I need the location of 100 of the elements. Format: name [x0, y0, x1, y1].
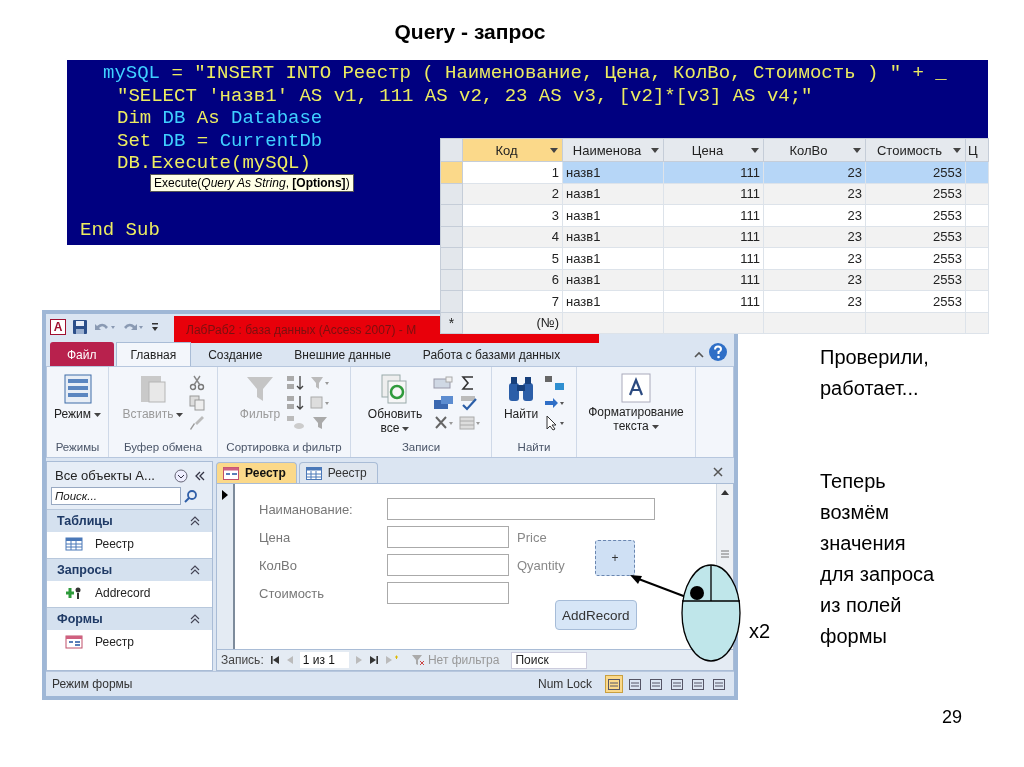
- input-field[interactable]: [387, 498, 655, 520]
- ribbon-tab[interactable]: Работа с базами данных: [407, 342, 576, 366]
- slide-title: Query - запрос: [393, 20, 547, 44]
- search-field[interactable]: Поиск: [511, 651, 588, 669]
- record-selector[interactable]: [217, 484, 235, 649]
- ribbon-group-label: Режимы: [54, 441, 101, 455]
- collapse-icon[interactable]: [190, 614, 200, 624]
- search-field[interactable]: Поиск...: [51, 487, 181, 505]
- file-menu-tab[interactable]: Файл: [50, 342, 114, 366]
- add-record-button[interactable]: AddRecord: [555, 600, 637, 630]
- table-cell: 7: [462, 290, 563, 312]
- form-layout-icon: [62, 373, 93, 405]
- ribbon-button[interactable]: Обновить все: [361, 373, 429, 435]
- table-cell: 23: [763, 247, 866, 269]
- slide-text: Проверили, работает...: [820, 345, 930, 401]
- dropdown-icon[interactable]: [651, 148, 659, 153]
- search-icon[interactable]: [184, 489, 198, 503]
- query-icon: [65, 586, 83, 600]
- view-button[interactable]: [605, 675, 623, 693]
- caret-icon: [402, 426, 410, 431]
- click-count-label: x2: [749, 620, 771, 643]
- ribbon-tab[interactable]: Создание: [193, 342, 278, 366]
- input-field[interactable]: [387, 582, 509, 604]
- field-label: Цена: [259, 529, 292, 545]
- cursor-icon[interactable]: [544, 415, 567, 431]
- table-cell: 23: [763, 204, 866, 226]
- dropdown-icon[interactable]: [853, 148, 861, 153]
- table-cell: назв1: [562, 290, 664, 312]
- navigation-item[interactable]: Addrecord: [47, 581, 212, 607]
- help-icon[interactable]: [708, 342, 728, 362]
- code-line: End Sub: [80, 218, 160, 241]
- collapse-icon[interactable]: [190, 565, 200, 575]
- pane-title: Все объекты A...: [55, 468, 156, 483]
- dropdown-icon[interactable]: [550, 148, 558, 153]
- arrow-icon[interactable]: [544, 395, 567, 411]
- ribbon-group-label: Буфер обмена: [122, 441, 204, 455]
- table-cell: 3: [462, 204, 563, 226]
- code-line: DB.Execute(mySQL): [116, 152, 311, 175]
- font-icon: [621, 373, 651, 403]
- ribbon-group-label: Записи: [400, 441, 442, 455]
- scroll-up-icon[interactable]: [720, 488, 730, 496]
- plus-button[interactable]: +: [595, 540, 635, 576]
- caret-icon: [651, 424, 659, 429]
- table-cell: 5: [462, 247, 563, 269]
- ribbon-group-label: Найти: [516, 441, 552, 455]
- code-line: "SELECT 'назв1' AS v1, 111 AS v2, 23 AS v3, [v2]*[v3] AS v4;": [116, 84, 813, 107]
- first-record-icon[interactable]: [269, 655, 280, 665]
- grip-icon[interactable]: [720, 550, 730, 558]
- ribbon-button[interactable]: Форматирование текста: [579, 373, 693, 433]
- table-cell: 111: [663, 204, 764, 226]
- dropdown-icon[interactable]: [953, 148, 961, 153]
- field-note: Price: [517, 529, 547, 545]
- document-tab[interactable]: Реестр: [298, 462, 378, 483]
- delete-icon[interactable]: [433, 415, 455, 431]
- close-icon[interactable]: [712, 466, 724, 478]
- status-text: Num Lock: [537, 677, 592, 691]
- navigation-item[interactable]: Реестр: [47, 532, 212, 558]
- collapse-icon[interactable]: [190, 516, 200, 526]
- column-header[interactable]: Ц: [965, 138, 989, 162]
- column-header[interactable]: Стоимость: [865, 138, 966, 162]
- column-header[interactable]: Наименова: [562, 138, 664, 162]
- ribbon-tab[interactable]: Главная: [115, 342, 192, 366]
- section-header[interactable]: Запросы: [47, 558, 212, 581]
- status-text: Режим формы: [52, 677, 133, 691]
- ribbon-button[interactable]: Найти: [501, 373, 541, 421]
- document-tab[interactable]: Реестр: [216, 462, 297, 483]
- new-row-marker: *: [440, 312, 463, 334]
- field-label: Наиманование:: [259, 501, 354, 517]
- ribbon-group-label: Сортировка и фильтр: [225, 441, 343, 455]
- table-cell: 2553: [865, 247, 966, 269]
- last-record-icon[interactable]: [368, 655, 379, 665]
- page-number: 29: [942, 707, 963, 728]
- collapse-icon[interactable]: [194, 469, 206, 482]
- refresh-icon: [380, 373, 410, 405]
- save-icon[interactable]: [72, 319, 88, 335]
- column-header[interactable]: Цена: [663, 138, 764, 162]
- clipboard-icon: [138, 373, 168, 405]
- record-position-field[interactable]: 1 из 1: [299, 652, 349, 668]
- column-header[interactable]: КолВо: [763, 138, 866, 162]
- form-icon: [65, 635, 83, 649]
- input-field[interactable]: [387, 554, 509, 576]
- input-field[interactable]: [387, 526, 509, 548]
- section-header[interactable]: Формы: [47, 607, 212, 630]
- ribbon-button[interactable]: Режим: [52, 373, 103, 421]
- table-cell: назв1: [562, 204, 664, 226]
- column-header[interactable]: Код: [462, 138, 563, 162]
- section-header[interactable]: Таблицы: [47, 509, 212, 532]
- ribbon-tab[interactable]: Внешние данные: [279, 342, 406, 366]
- dropdown-icon[interactable]: [751, 148, 759, 153]
- scissors-icon[interactable]: [189, 375, 206, 391]
- table-cell: 111: [663, 247, 764, 269]
- record-label: Запись:: [221, 653, 264, 667]
- dropdown-icon[interactable]: [174, 468, 188, 483]
- field-label: Стоимость: [259, 585, 326, 601]
- code-line: Dim DB As Database: [116, 107, 323, 130]
- code-line: mySQL = "INSERT INTO Реестр ( Наименование, Цена, КолВо, Стоимость ) " + _: [102, 62, 947, 85]
- table-icon: [65, 537, 83, 551]
- navigation-item[interactable]: Реестр: [47, 630, 212, 656]
- table-cell: 23: [763, 290, 866, 312]
- current-record-icon: [221, 489, 229, 501]
